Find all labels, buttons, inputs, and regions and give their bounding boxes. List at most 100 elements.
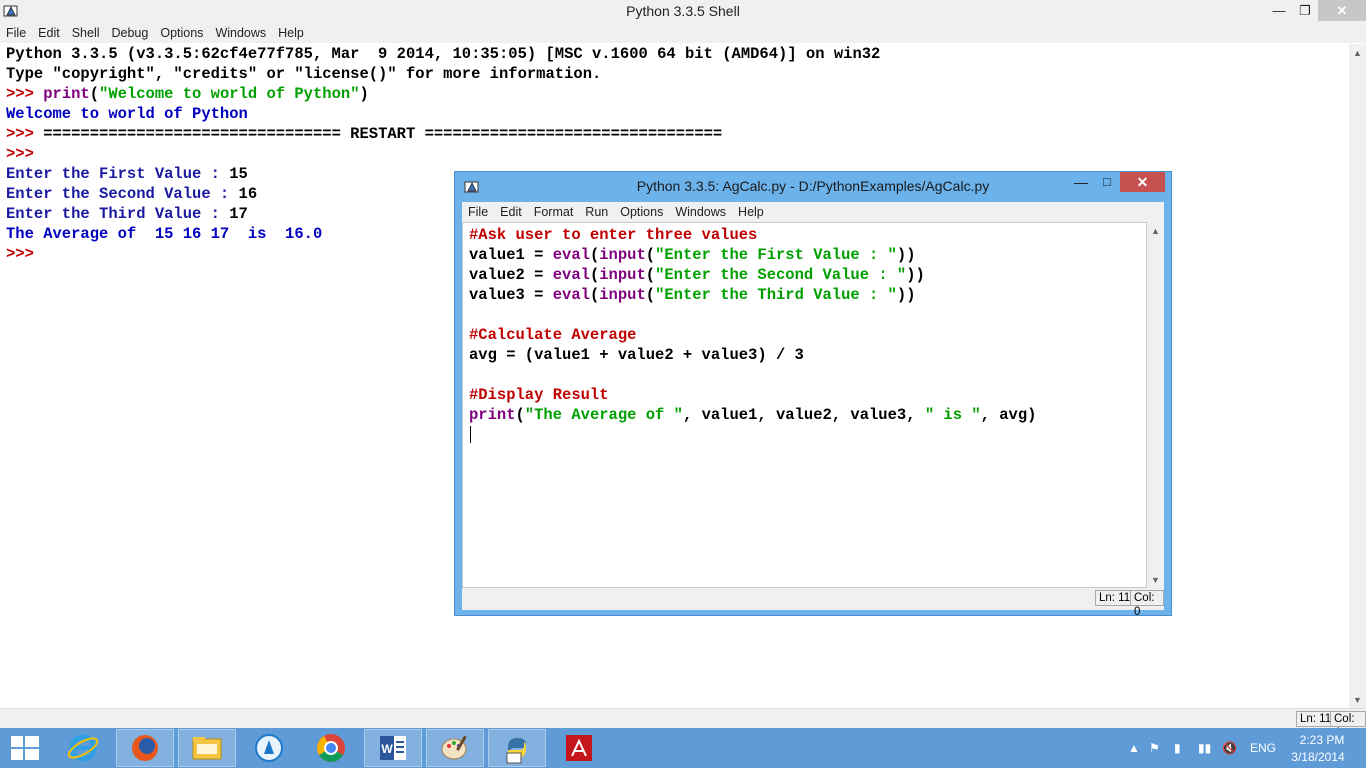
file-explorer-icon [192,737,222,760]
network-signal-icon[interactable]: ▮▮ [1198,741,1211,755]
code-line: value3 = eval(input("Enter the Third Val… [469,285,1036,305]
shell-menu-edit[interactable]: Edit [32,26,66,40]
editor-menu-windows[interactable]: Windows [669,205,732,219]
close-button[interactable]: ✕ [1318,0,1366,21]
editor-menu-run[interactable]: Run [579,205,614,219]
battery-icon[interactable]: ▮ [1174,741,1181,755]
taskbar-python[interactable] [488,729,546,767]
taskbar-vlc[interactable] [240,729,298,767]
start-button[interactable] [0,729,54,767]
code-line-segment: value2 = [469,266,553,284]
code-line-segment: input [599,266,646,284]
editor-minimize-button[interactable]: — [1069,174,1093,194]
clock-time[interactable]: 2:23 PM [1292,733,1352,747]
show-hidden-icons-chevron-icon[interactable]: ▲ [1128,741,1140,755]
shell-line-segment: ( [89,85,100,103]
editor-vertical-scrollbar[interactable]: ▲ ▼ [1147,222,1164,588]
code-line-segment: value1 = [469,246,553,264]
firefox-icon [132,735,158,761]
word-icon: W [380,736,406,760]
code-line-segment: #Calculate Average [469,326,637,344]
shell-line-segment: Type "copyright", "credits" or "license(… [6,65,602,83]
editor-code: #Ask user to enter three values value1 = … [469,225,1036,425]
taskbar-paint[interactable] [426,729,484,767]
editor-title-bar[interactable]: Python 3.3.5: AgCalc.py - D:/PythonExamp… [455,172,1171,201]
taskbar-firefox[interactable] [116,729,174,767]
shell-line-segment: Enter the First Value : [6,165,230,183]
taskbar-acrobat[interactable] [550,729,608,767]
code-line: #Ask user to enter three values [469,225,1036,245]
shell-status-bar: Ln: 11 Col: 4 [0,708,1366,739]
code-line: value2 = eval(input("Enter the Second Va… [469,265,1036,285]
editor-menu-file[interactable]: File [462,205,494,219]
shell-line-segment: 16 [238,185,258,203]
volume-muted-icon[interactable]: 🔇 [1222,741,1237,755]
close-icon: ✕ [1336,2,1348,18]
code-line-segment: eval [552,246,590,264]
shell-menu-help[interactable]: Help [272,26,310,40]
editor-close-button[interactable]: ✕ [1120,172,1165,192]
editor-menu-format[interactable]: Format [528,205,580,219]
shell-menu-shell[interactable]: Shell [66,26,106,40]
shell-menu-options[interactable]: Options [154,26,209,40]
code-line-segment: input [599,246,646,264]
code-line-segment: #Ask user to enter three values [469,226,758,244]
code-line: value1 = eval(input("Enter the First Val… [469,245,1036,265]
code-line-segment: ( [589,246,600,264]
taskbar-chrome[interactable] [302,729,360,767]
shell-line-segment: ) [359,85,369,103]
scroll-up-arrow-icon[interactable]: ▲ [1147,222,1164,239]
shell-line-segment: Enter the Second Value : [6,185,239,203]
editor-status-bar: Ln: 11 Col: 0 [462,588,1164,618]
shell-vertical-scrollbar[interactable]: ▲ ▼ [1349,44,1366,708]
editor-maximize-button[interactable]: □ [1095,174,1119,194]
shell-line-segment: >>> [6,85,44,103]
minimize-button[interactable]: — [1266,0,1292,21]
editor-window[interactable]: Python 3.3.5: AgCalc.py - D:/PythonExamp… [454,171,1172,618]
code-line-segment: value3 = [469,286,553,304]
shell-line-segment: >>> [6,145,44,163]
shell-line: Python 3.3.5 (v3.3.5:62cf4e77f785, Mar 9… [6,44,880,64]
code-line-segment: ( [515,406,525,424]
code-line: #Calculate Average [469,325,1036,345]
code-line: #Display Result [469,385,1036,405]
action-center-flag-icon[interactable]: ⚑ [1149,741,1160,755]
shell-menu-windows[interactable]: Windows [209,26,272,40]
shell-menu-bar: File Edit Shell Debug Options Windows Help [0,23,1366,43]
taskbar-file-explorer[interactable] [178,729,236,767]
shell-title-bar[interactable]: Python 3.3.5 Shell — ❐ ✕ [0,0,1366,23]
editor-menu-help[interactable]: Help [732,205,770,219]
taskbar: W ▲ ⚑ ▮ ▮▮ 🔇 ENG 2:23 PM 3/18/2014 [0,728,1366,768]
input-language-indicator[interactable]: ENG [1250,741,1276,755]
editor-window-title: Python 3.3.5: AgCalc.py - D:/PythonExamp… [636,178,990,194]
editor-menu-options[interactable]: Options [614,205,669,219]
restore-button[interactable]: ❐ [1292,0,1318,21]
shell-line-segment: Enter the Third Value : [6,205,230,223]
clock-date[interactable]: 3/18/2014 [1286,750,1350,764]
editor-code-area[interactable]: #Ask user to enter three values value1 = … [462,222,1147,588]
editor-line-indicator: Ln: 11 [1095,590,1135,606]
minimize-icon: — [1074,174,1088,190]
shell-line: Welcome to world of Python [6,104,880,124]
shell-line: >>> ================================ RES… [6,124,880,144]
taskbar-word[interactable]: W [364,729,422,767]
shell-line-segment: The Average of 15 16 17 is 16.0 [6,225,323,243]
shell-menu-file[interactable]: File [0,26,32,40]
python-icon [506,738,526,764]
minimize-icon: — [1272,3,1286,18]
scroll-up-arrow-icon[interactable]: ▲ [1349,44,1366,61]
code-line-segment: input [599,286,646,304]
shell-line-segment: "Welcome to world of Python" [99,85,360,103]
shell-line: Type "copyright", "credits" or "license(… [6,64,880,84]
svg-text:W: W [381,742,393,756]
scroll-down-arrow-icon[interactable]: ▼ [1349,691,1366,708]
shell-line: >>> [6,144,880,164]
shell-menu-debug[interactable]: Debug [106,26,155,40]
code-line-segment: avg = (value1 + value2 + value3) / 3 [469,346,804,364]
editor-menu-edit[interactable]: Edit [494,205,528,219]
code-line-segment: ( [589,266,600,284]
taskbar-internet-explorer[interactable] [54,729,112,767]
scroll-down-arrow-icon[interactable]: ▼ [1147,571,1164,588]
